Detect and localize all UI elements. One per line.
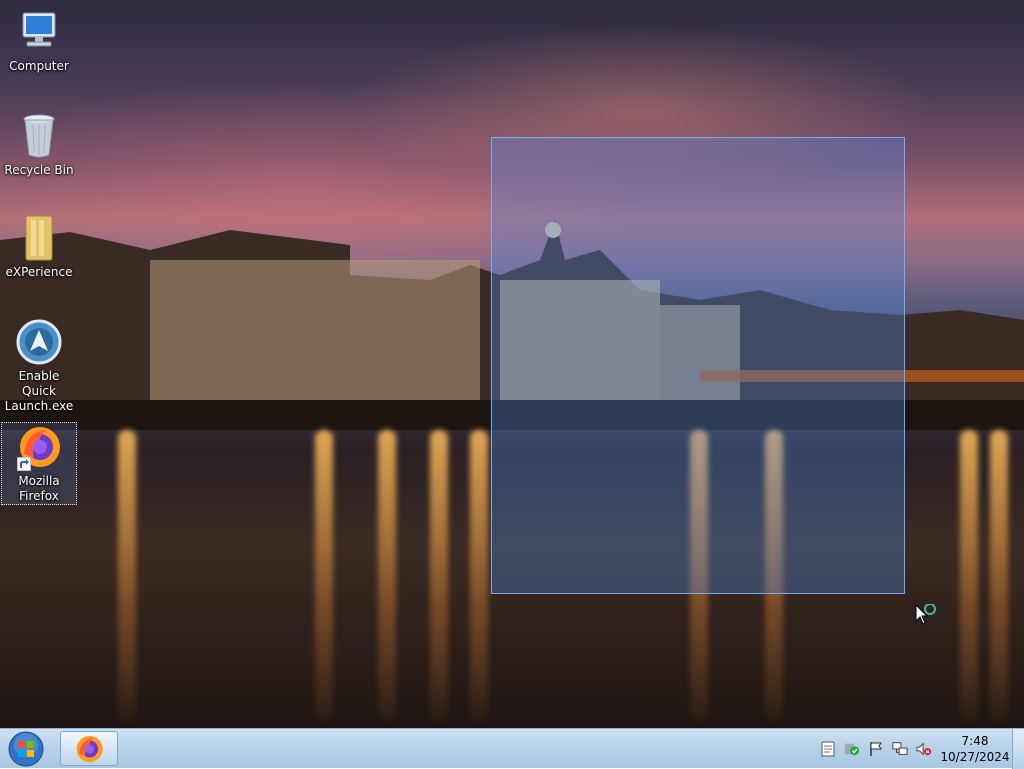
recycle-bin-icon — [15, 112, 63, 160]
network-icon[interactable] — [892, 741, 908, 757]
desktop-icon-experience-folder[interactable]: eXPerience — [1, 214, 77, 280]
folder-icon — [15, 214, 63, 262]
desktop-icon-label: Recycle Bin — [4, 163, 74, 177]
windows-start-orb-icon — [8, 731, 44, 767]
taskbar-clock[interactable]: 7:48 10/27/2024 — [938, 733, 1012, 765]
water-reflection — [315, 430, 333, 720]
busy-cursor-icon — [915, 604, 936, 625]
desktop-icon-mozilla-firefox[interactable]: Mozilla Firefox — [1, 422, 77, 505]
firefox-icon — [15, 423, 63, 471]
desktop-icon-label: Mozilla Firefox — [18, 474, 60, 503]
security-shield-icon[interactable] — [844, 741, 860, 757]
start-button[interactable] — [6, 731, 46, 767]
taskbar: 7:48 10/27/2024 — [0, 728, 1024, 769]
action-center-flag-icon[interactable] — [868, 741, 884, 757]
water-reflection — [118, 430, 136, 720]
water-reflection — [960, 430, 978, 720]
clock-date: 10/27/2024 — [940, 750, 1010, 764]
rubber-band-selection — [491, 137, 905, 594]
desktop-icon-recycle-bin[interactable]: Recycle Bin — [1, 112, 77, 178]
desktop-icon-label: Computer — [9, 59, 69, 73]
desktop-icon-enable-quick-launch[interactable]: Enable Quick Launch.exe — [1, 318, 77, 414]
desktop-icon-computer[interactable]: Computer — [1, 8, 77, 74]
taskbar-firefox-button[interactable] — [60, 731, 118, 766]
desktop-icon-label: Enable Quick Launch.exe — [4, 369, 74, 413]
desktop-icon-label: eXPerience — [5, 265, 73, 279]
notes-icon[interactable] — [820, 741, 836, 757]
quick-launch-app-icon — [15, 318, 63, 366]
water-reflection — [470, 430, 488, 720]
water-reflection — [378, 430, 396, 720]
clock-time: 7:48 — [961, 734, 989, 748]
water-reflection — [990, 430, 1008, 720]
shortcut-arrow-icon — [17, 457, 31, 471]
water-reflection — [430, 430, 448, 720]
system-tray — [820, 729, 932, 769]
desktop-background[interactable]: Computer Recycle Bin eXPerience Enable Q… — [0, 0, 1024, 728]
volume-muted-icon[interactable] — [916, 741, 932, 757]
firefox-icon — [76, 735, 103, 762]
show-desktop-button[interactable] — [1012, 729, 1024, 769]
computer-icon — [15, 8, 63, 56]
